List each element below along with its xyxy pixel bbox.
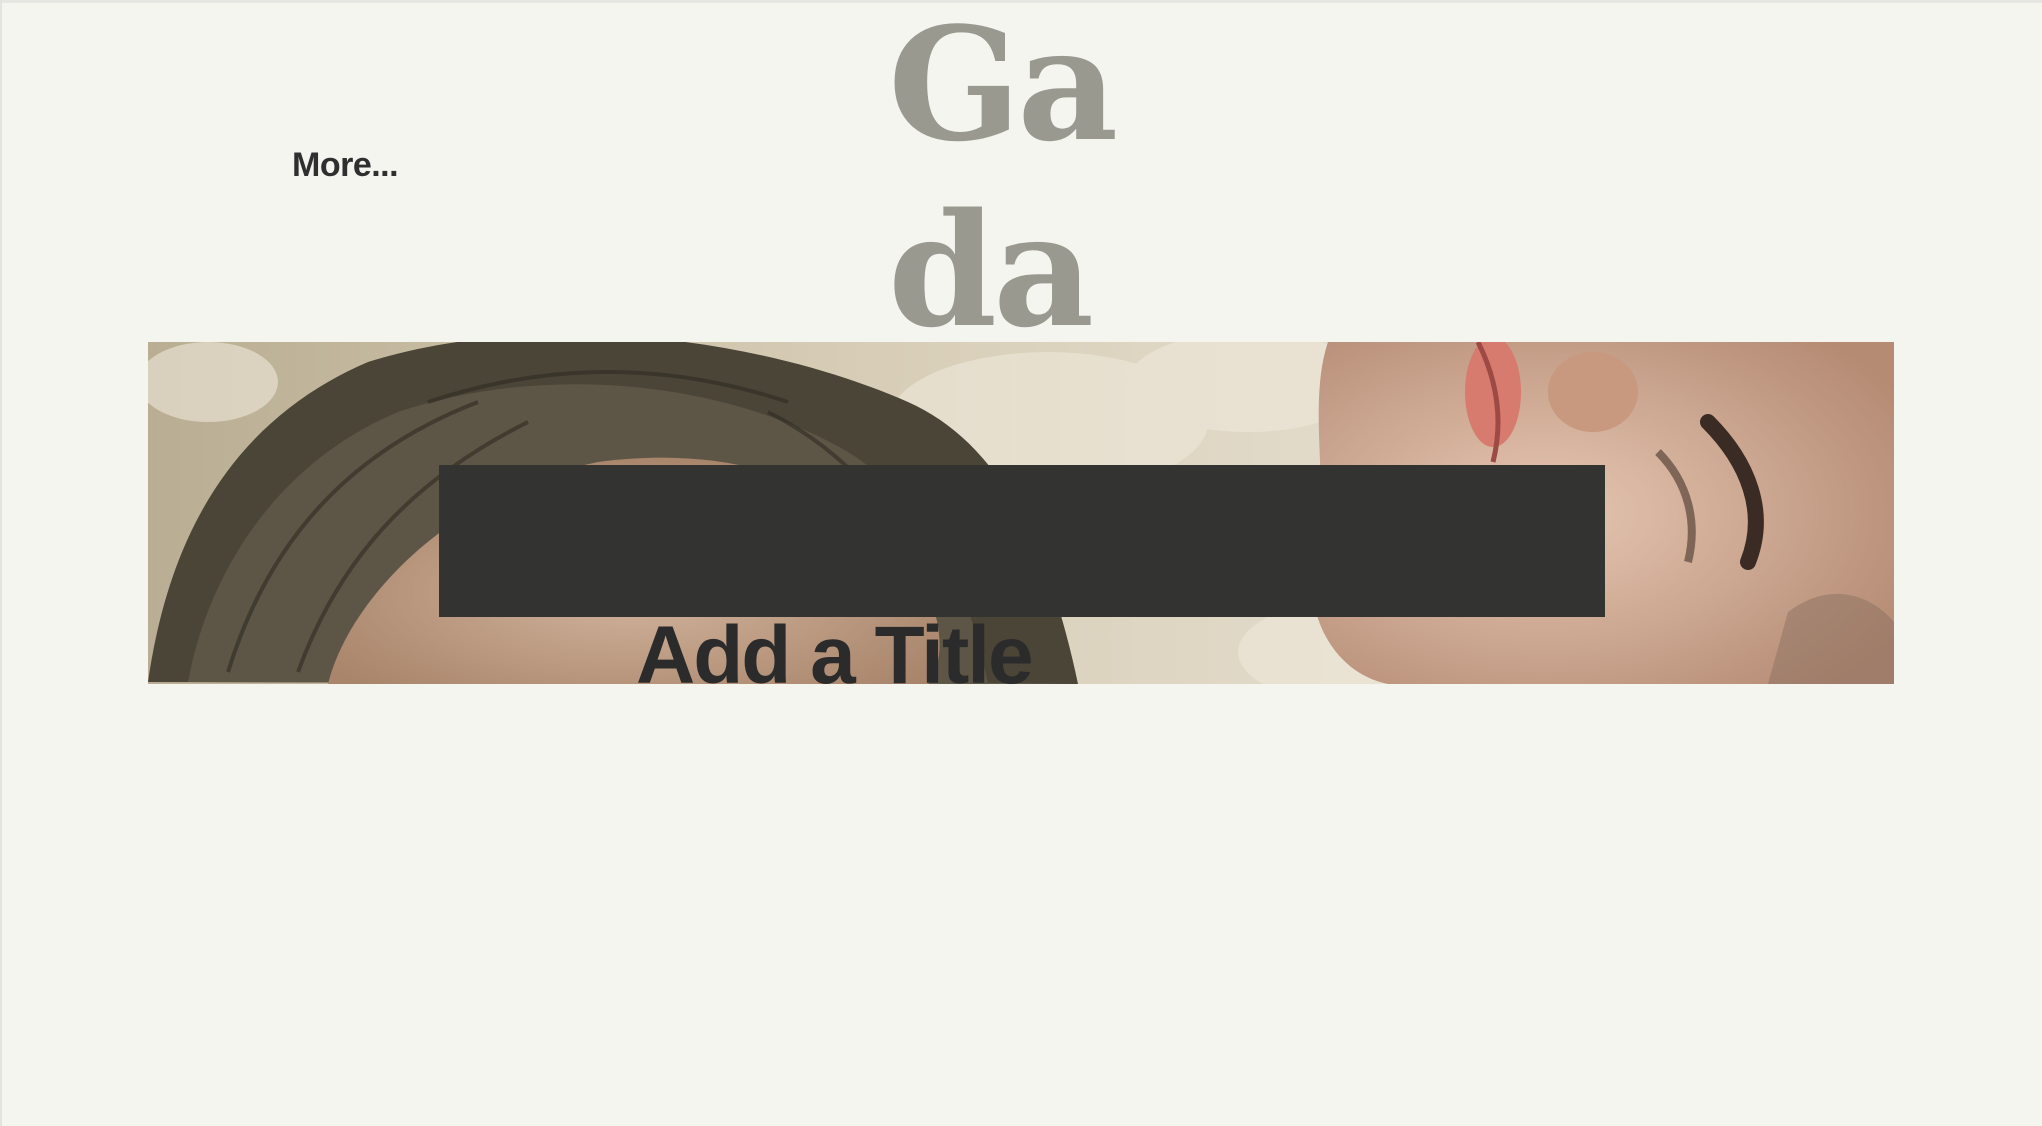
- hero-title[interactable]: Add a Title: [636, 606, 1034, 684]
- title-overlay-box: [439, 465, 1605, 617]
- left-border: [0, 0, 2, 1126]
- more-menu-link[interactable]: More...: [292, 146, 399, 185]
- hero-section: Add a Title: [148, 342, 1894, 684]
- site-title[interactable]: Gada: [888, 0, 1188, 364]
